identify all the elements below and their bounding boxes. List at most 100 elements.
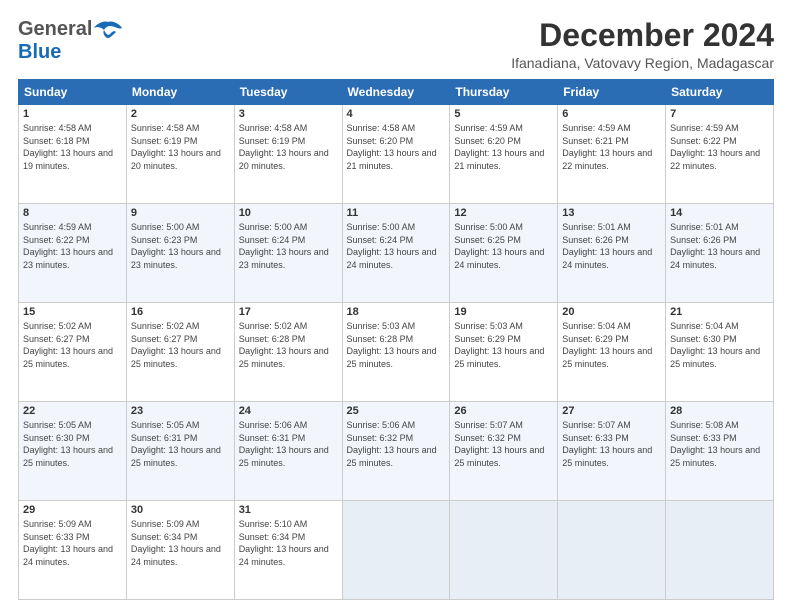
day-number: 24: [239, 405, 338, 417]
day-number: 28: [670, 405, 769, 417]
logo-bird-icon: [94, 20, 122, 40]
day-number: 27: [562, 405, 661, 417]
day-info: Sunrise: 5:00 AMSunset: 6:25 PMDaylight:…: [454, 222, 544, 270]
calendar-cell: 8Sunrise: 4:59 AMSunset: 6:22 PMDaylight…: [19, 204, 127, 303]
day-info: Sunrise: 5:04 AMSunset: 6:30 PMDaylight:…: [670, 321, 760, 369]
day-info: Sunrise: 4:59 AMSunset: 6:22 PMDaylight:…: [670, 123, 760, 171]
day-number: 17: [239, 306, 338, 318]
calendar-cell: [558, 501, 666, 600]
day-info: Sunrise: 4:58 AMSunset: 6:19 PMDaylight:…: [239, 123, 329, 171]
day-info: Sunrise: 5:02 AMSunset: 6:27 PMDaylight:…: [131, 321, 221, 369]
day-number: 18: [347, 306, 446, 318]
day-number: 2: [131, 108, 230, 120]
day-info: Sunrise: 4:59 AMSunset: 6:22 PMDaylight:…: [23, 222, 113, 270]
subtitle: Ifanadiana, Vatovavy Region, Madagascar: [511, 55, 774, 71]
day-info: Sunrise: 5:02 AMSunset: 6:27 PMDaylight:…: [23, 321, 113, 369]
calendar-cell: 10 Sunrise: 5:00 AMSunset: 6:24 PMDayligh…: [234, 204, 342, 303]
day-number: 10: [239, 207, 338, 219]
day-info: Sunrise: 5:03 AMSunset: 6:28 PMDaylight:…: [347, 321, 437, 369]
calendar-cell: 6Sunrise: 4:59 AMSunset: 6:21 PMDaylight…: [558, 105, 666, 204]
calendar-cell: 29Sunrise: 5:09 AMSunset: 6:33 PMDayligh…: [19, 501, 127, 600]
calendar-cell: 24Sunrise: 5:06 AMSunset: 6:31 PMDayligh…: [234, 402, 342, 501]
calendar-table: Sunday Monday Tuesday Wednesday Thursday…: [18, 79, 774, 600]
day-info: Sunrise: 5:07 AMSunset: 6:32 PMDaylight:…: [454, 420, 544, 468]
day-number: 30: [131, 504, 230, 516]
calendar-cell: 19Sunrise: 5:03 AMSunset: 6:29 PMDayligh…: [450, 303, 558, 402]
calendar-cell: 3 Sunrise: 4:58 AMSunset: 6:19 PMDaylight…: [234, 105, 342, 204]
calendar-cell: 18 Sunrise: 5:03 AMSunset: 6:28 PMDayligh…: [342, 303, 450, 402]
day-info: Sunrise: 5:05 AMSunset: 6:31 PMDaylight:…: [131, 420, 221, 468]
calendar-cell: 25Sunrise: 5:06 AMSunset: 6:32 PMDayligh…: [342, 402, 450, 501]
calendar-cell: 31Sunrise: 5:10 AMSunset: 6:34 PMDayligh…: [234, 501, 342, 600]
day-number: 11: [347, 207, 446, 219]
calendar-cell: [450, 501, 558, 600]
col-sunday: Sunday: [19, 80, 127, 105]
day-info: Sunrise: 5:04 AMSunset: 6:29 PMDaylight:…: [562, 321, 652, 369]
day-number: 26: [454, 405, 553, 417]
calendar-week-row: 22 Sunrise: 5:05 AMSunset: 6:30 PMDayligh…: [19, 402, 774, 501]
day-info: Sunrise: 4:58 AMSunset: 6:19 PMDaylight:…: [131, 123, 221, 171]
day-number: 22: [23, 405, 122, 417]
day-info: Sunrise: 4:59 AMSunset: 6:21 PMDaylight:…: [562, 123, 652, 171]
day-info: Sunrise: 5:01 AMSunset: 6:26 PMDaylight:…: [670, 222, 760, 270]
calendar-cell: [666, 501, 774, 600]
day-info: Sunrise: 5:00 AMSunset: 6:24 PMDaylight:…: [347, 222, 437, 270]
day-info: Sunrise: 5:05 AMSunset: 6:30 PMDaylight:…: [23, 420, 113, 468]
calendar-cell: [342, 501, 450, 600]
calendar-cell: 13 Sunrise: 5:01 AMSunset: 6:26 PMDayligh…: [558, 204, 666, 303]
calendar-cell: 16Sunrise: 5:02 AMSunset: 6:27 PMDayligh…: [126, 303, 234, 402]
day-number: 21: [670, 306, 769, 318]
calendar-week-row: 15Sunrise: 5:02 AMSunset: 6:27 PMDayligh…: [19, 303, 774, 402]
calendar-cell: 2 Sunrise: 4:58 AMSunset: 6:19 PMDaylight…: [126, 105, 234, 204]
day-number: 23: [131, 405, 230, 417]
title-block: December 2024 Ifanadiana, Vatovavy Regio…: [511, 18, 774, 71]
day-number: 4: [347, 108, 446, 120]
day-number: 13: [562, 207, 661, 219]
calendar-cell: 17 Sunrise: 5:02 AMSunset: 6:28 PMDayligh…: [234, 303, 342, 402]
calendar-cell: 21 Sunrise: 5:04 AMSunset: 6:30 PMDayligh…: [666, 303, 774, 402]
day-info: Sunrise: 5:02 AMSunset: 6:28 PMDaylight:…: [239, 321, 329, 369]
day-number: 1: [23, 108, 122, 120]
calendar-body: 1 Sunrise: 4:58 AMSunset: 6:18 PMDaylight…: [19, 105, 774, 600]
calendar-cell: 11 Sunrise: 5:00 AMSunset: 6:24 PMDayligh…: [342, 204, 450, 303]
calendar-header-row: Sunday Monday Tuesday Wednesday Thursday…: [19, 80, 774, 105]
calendar-cell: 9Sunrise: 5:00 AMSunset: 6:23 PMDaylight…: [126, 204, 234, 303]
day-info: Sunrise: 5:00 AMSunset: 6:24 PMDaylight:…: [239, 222, 329, 270]
day-info: Sunrise: 4:58 AMSunset: 6:18 PMDaylight:…: [23, 123, 113, 171]
day-number: 3: [239, 108, 338, 120]
calendar-cell: 12 Sunrise: 5:00 AMSunset: 6:25 PMDayligh…: [450, 204, 558, 303]
header: General Blue December 2024 Ifanadiana, V…: [18, 18, 774, 71]
logo: General Blue: [18, 18, 122, 64]
day-number: 7: [670, 108, 769, 120]
calendar-cell: 23 Sunrise: 5:05 AMSunset: 6:31 PMDayligh…: [126, 402, 234, 501]
calendar-cell: 7 Sunrise: 4:59 AMSunset: 6:22 PMDaylight…: [666, 105, 774, 204]
day-number: 5: [454, 108, 553, 120]
day-number: 20: [562, 306, 661, 318]
calendar-cell: 5 Sunrise: 4:59 AMSunset: 6:20 PMDaylight…: [450, 105, 558, 204]
calendar-cell: 14 Sunrise: 5:01 AMSunset: 6:26 PMDayligh…: [666, 204, 774, 303]
main-title: December 2024: [511, 18, 774, 53]
day-number: 12: [454, 207, 553, 219]
col-monday: Monday: [126, 80, 234, 105]
day-info: Sunrise: 5:00 AMSunset: 6:23 PMDaylight:…: [131, 222, 221, 270]
calendar-cell: 4Sunrise: 4:58 AMSunset: 6:20 PMDaylight…: [342, 105, 450, 204]
day-info: Sunrise: 5:08 AMSunset: 6:33 PMDaylight:…: [670, 420, 760, 468]
day-info: Sunrise: 5:06 AMSunset: 6:32 PMDaylight:…: [347, 420, 437, 468]
day-info: Sunrise: 4:59 AMSunset: 6:20 PMDaylight:…: [454, 123, 544, 171]
logo-general: General: [18, 18, 92, 41]
logo-blue: Blue: [18, 41, 61, 64]
day-number: 14: [670, 207, 769, 219]
day-info: Sunrise: 5:09 AMSunset: 6:33 PMDaylight:…: [23, 519, 113, 567]
day-info: Sunrise: 5:10 AMSunset: 6:34 PMDaylight:…: [239, 519, 329, 567]
day-info: Sunrise: 5:09 AMSunset: 6:34 PMDaylight:…: [131, 519, 221, 567]
calendar-cell: 20 Sunrise: 5:04 AMSunset: 6:29 PMDayligh…: [558, 303, 666, 402]
calendar-cell: 27Sunrise: 5:07 AMSunset: 6:33 PMDayligh…: [558, 402, 666, 501]
col-wednesday: Wednesday: [342, 80, 450, 105]
calendar-cell: 28 Sunrise: 5:08 AMSunset: 6:33 PMDayligh…: [666, 402, 774, 501]
calendar-week-row: 8Sunrise: 4:59 AMSunset: 6:22 PMDaylight…: [19, 204, 774, 303]
calendar-cell: 15Sunrise: 5:02 AMSunset: 6:27 PMDayligh…: [19, 303, 127, 402]
calendar-cell: 1 Sunrise: 4:58 AMSunset: 6:18 PMDaylight…: [19, 105, 127, 204]
col-tuesday: Tuesday: [234, 80, 342, 105]
col-thursday: Thursday: [450, 80, 558, 105]
day-info: Sunrise: 5:01 AMSunset: 6:26 PMDaylight:…: [562, 222, 652, 270]
